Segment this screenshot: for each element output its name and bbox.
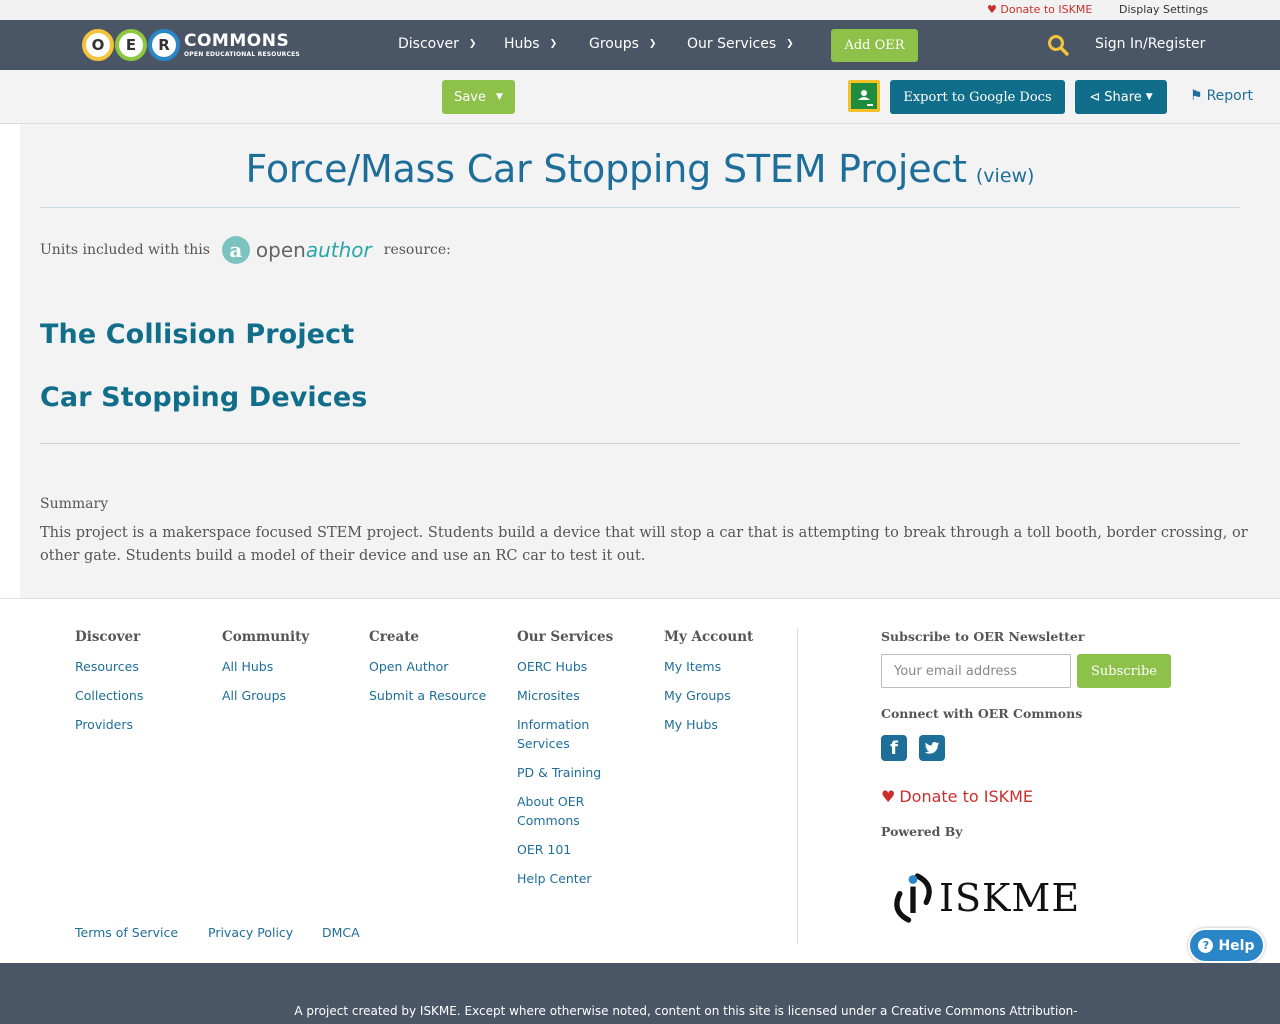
logo-wordmark: COMMONS OPEN EDUCATIONAL RESOURCES: [184, 30, 300, 58]
summary-label: Summary: [40, 496, 109, 512]
powered-by-label: Powered By: [881, 824, 963, 839]
flag-icon: ⚑: [1190, 88, 1203, 104]
caret-down-icon: ▼: [1145, 92, 1153, 102]
nav-our-services[interactable]: Our Services ❯: [687, 36, 794, 52]
footer-link-about-oer-commons[interactable]: About OER Commons: [517, 792, 617, 830]
question-icon: ?: [1198, 938, 1214, 953]
nav-hubs[interactable]: Hubs ❯: [504, 36, 557, 52]
chevron-down-icon: ❯: [648, 39, 657, 49]
footer-link-my-items[interactable]: My Items: [664, 657, 784, 676]
footer-link-resources[interactable]: Resources: [75, 657, 205, 676]
newsletter-email-input[interactable]: Your email address: [881, 654, 1071, 688]
site-footer: Discover Resources Collections Providers…: [0, 598, 1280, 963]
divider: [40, 207, 1240, 208]
page-title: Force/Mass Car Stopping STEM Project: [245, 147, 967, 191]
connect-heading: Connect with OER Commons: [881, 706, 1083, 721]
twitter-icon[interactable]: [919, 735, 945, 761]
social-links: f: [881, 735, 1241, 761]
footer-link-my-groups[interactable]: My Groups: [664, 686, 784, 705]
resource-content: Force/Mass Car Stopping STEM Project (vi…: [20, 124, 1280, 598]
dmca-link[interactable]: DMCA: [322, 925, 360, 940]
footer-link-help-center[interactable]: Help Center: [517, 869, 617, 888]
footer-col-discover: Discover Resources Collections Providers: [75, 629, 205, 744]
iskme-logo[interactable]: ISKME: [891, 865, 1241, 931]
open-author-logo: a openauthor: [221, 236, 372, 264]
subscribe-button[interactable]: Subscribe: [1077, 654, 1171, 688]
chevron-down-icon: ❯: [786, 39, 794, 49]
newsletter-heading: Subscribe to OER Newsletter: [881, 629, 1085, 644]
footer-link-oer-101[interactable]: OER 101: [517, 840, 617, 859]
display-settings-link[interactable]: Display Settings: [1119, 3, 1208, 16]
footer-link-microsites[interactable]: Microsites: [517, 686, 617, 705]
footer-right-panel: Subscribe to OER Newsletter Your email a…: [881, 629, 1241, 931]
logo-letter-e: E: [115, 29, 147, 61]
footer-divider: [797, 629, 798, 944]
privacy-policy-link[interactable]: Privacy Policy: [208, 925, 293, 940]
footer-col-our-services: Our Services OERC Hubs Microsites Inform…: [517, 629, 617, 898]
unit-link-collision-project[interactable]: The Collision Project: [40, 319, 354, 350]
license-bar: A project created by ISKME. Except where…: [0, 963, 1280, 1024]
unit-link-car-stopping-devices[interactable]: Car Stopping Devices: [40, 382, 367, 413]
open-author-mark-icon: a: [221, 236, 250, 264]
footer-link-open-author[interactable]: Open Author: [369, 657, 504, 676]
footer-link-submit-resource[interactable]: Submit a Resource: [369, 686, 504, 705]
share-icon: ⊲: [1089, 89, 1101, 105]
resource-toolbar: Save ▼ Export to Google Docs ⊲ Share ▼ ⚑…: [0, 70, 1280, 124]
facebook-icon[interactable]: f: [881, 735, 907, 761]
footer-link-collections[interactable]: Collections: [75, 686, 205, 705]
chevron-down-icon: ❯: [468, 39, 477, 49]
utility-bar: ♥ Donate to ISKME Display Settings: [0, 0, 1280, 20]
sign-in-register-link[interactable]: Sign In/Register: [1095, 36, 1205, 52]
footer-col-my-account: My Account My Items My Groups My Hubs: [664, 629, 784, 744]
footer-link-all-hubs[interactable]: All Hubs: [222, 657, 352, 676]
share-button[interactable]: ⊲ Share ▼: [1075, 80, 1167, 114]
units-intro: Units included with this a openauthor re…: [40, 236, 451, 264]
search-icon[interactable]: [1047, 34, 1069, 56]
nav-groups[interactable]: Groups ❯: [589, 36, 656, 52]
summary-text: This project is a makerspace focused STE…: [40, 525, 1248, 564]
footer-col-community: Community All Hubs All Groups: [222, 629, 352, 715]
logo-letter-r: R: [148, 29, 180, 61]
divider: [40, 443, 1240, 444]
footer-link-my-hubs[interactable]: My Hubs: [664, 715, 784, 734]
add-oer-button[interactable]: Add OER: [831, 29, 918, 62]
newsletter-form: Your email address Subscribe: [881, 654, 1241, 688]
iskme-mark-icon: [894, 873, 932, 923]
footer-col-create: Create Open Author Submit a Resource: [369, 629, 504, 715]
heart-icon: ♥: [881, 787, 896, 806]
footer-link-information-services[interactable]: Information Services: [517, 715, 617, 753]
caret-down-icon: ▼: [496, 92, 503, 102]
help-button[interactable]: ? Help: [1188, 928, 1265, 963]
license-text: A project created by ISKME. Except where…: [294, 1004, 1078, 1018]
nav-discover[interactable]: Discover ❯: [398, 36, 476, 52]
footer-link-all-groups[interactable]: All Groups: [222, 686, 352, 705]
oer-commons-logo[interactable]: O E R COMMONS OPEN EDUCATIONAL RESOURCES: [82, 25, 300, 65]
donate-link-top[interactable]: ♥ Donate to ISKME: [987, 3, 1092, 16]
view-link[interactable]: (view): [976, 165, 1035, 187]
footer-link-oerc-hubs[interactable]: OERC Hubs: [517, 657, 617, 676]
donate-link-footer[interactable]: ♥ Donate to ISKME: [881, 787, 1241, 806]
chevron-down-icon: ❯: [549, 39, 558, 49]
title-row: Force/Mass Car Stopping STEM Project (vi…: [40, 147, 1240, 191]
heart-icon: ♥: [987, 3, 997, 16]
main-navbar: O E R COMMONS OPEN EDUCATIONAL RESOURCES…: [0, 20, 1280, 70]
footer-link-providers[interactable]: Providers: [75, 715, 205, 734]
footer-link-pd-training[interactable]: PD & Training: [517, 763, 617, 782]
logo-letter-o: O: [82, 29, 114, 61]
google-classroom-icon[interactable]: [848, 80, 880, 112]
report-link[interactable]: ⚑ Report: [1190, 88, 1253, 104]
export-google-docs-button[interactable]: Export to Google Docs: [890, 80, 1065, 114]
save-button[interactable]: Save ▼: [442, 80, 515, 114]
terms-of-service-link[interactable]: Terms of Service: [75, 925, 178, 940]
